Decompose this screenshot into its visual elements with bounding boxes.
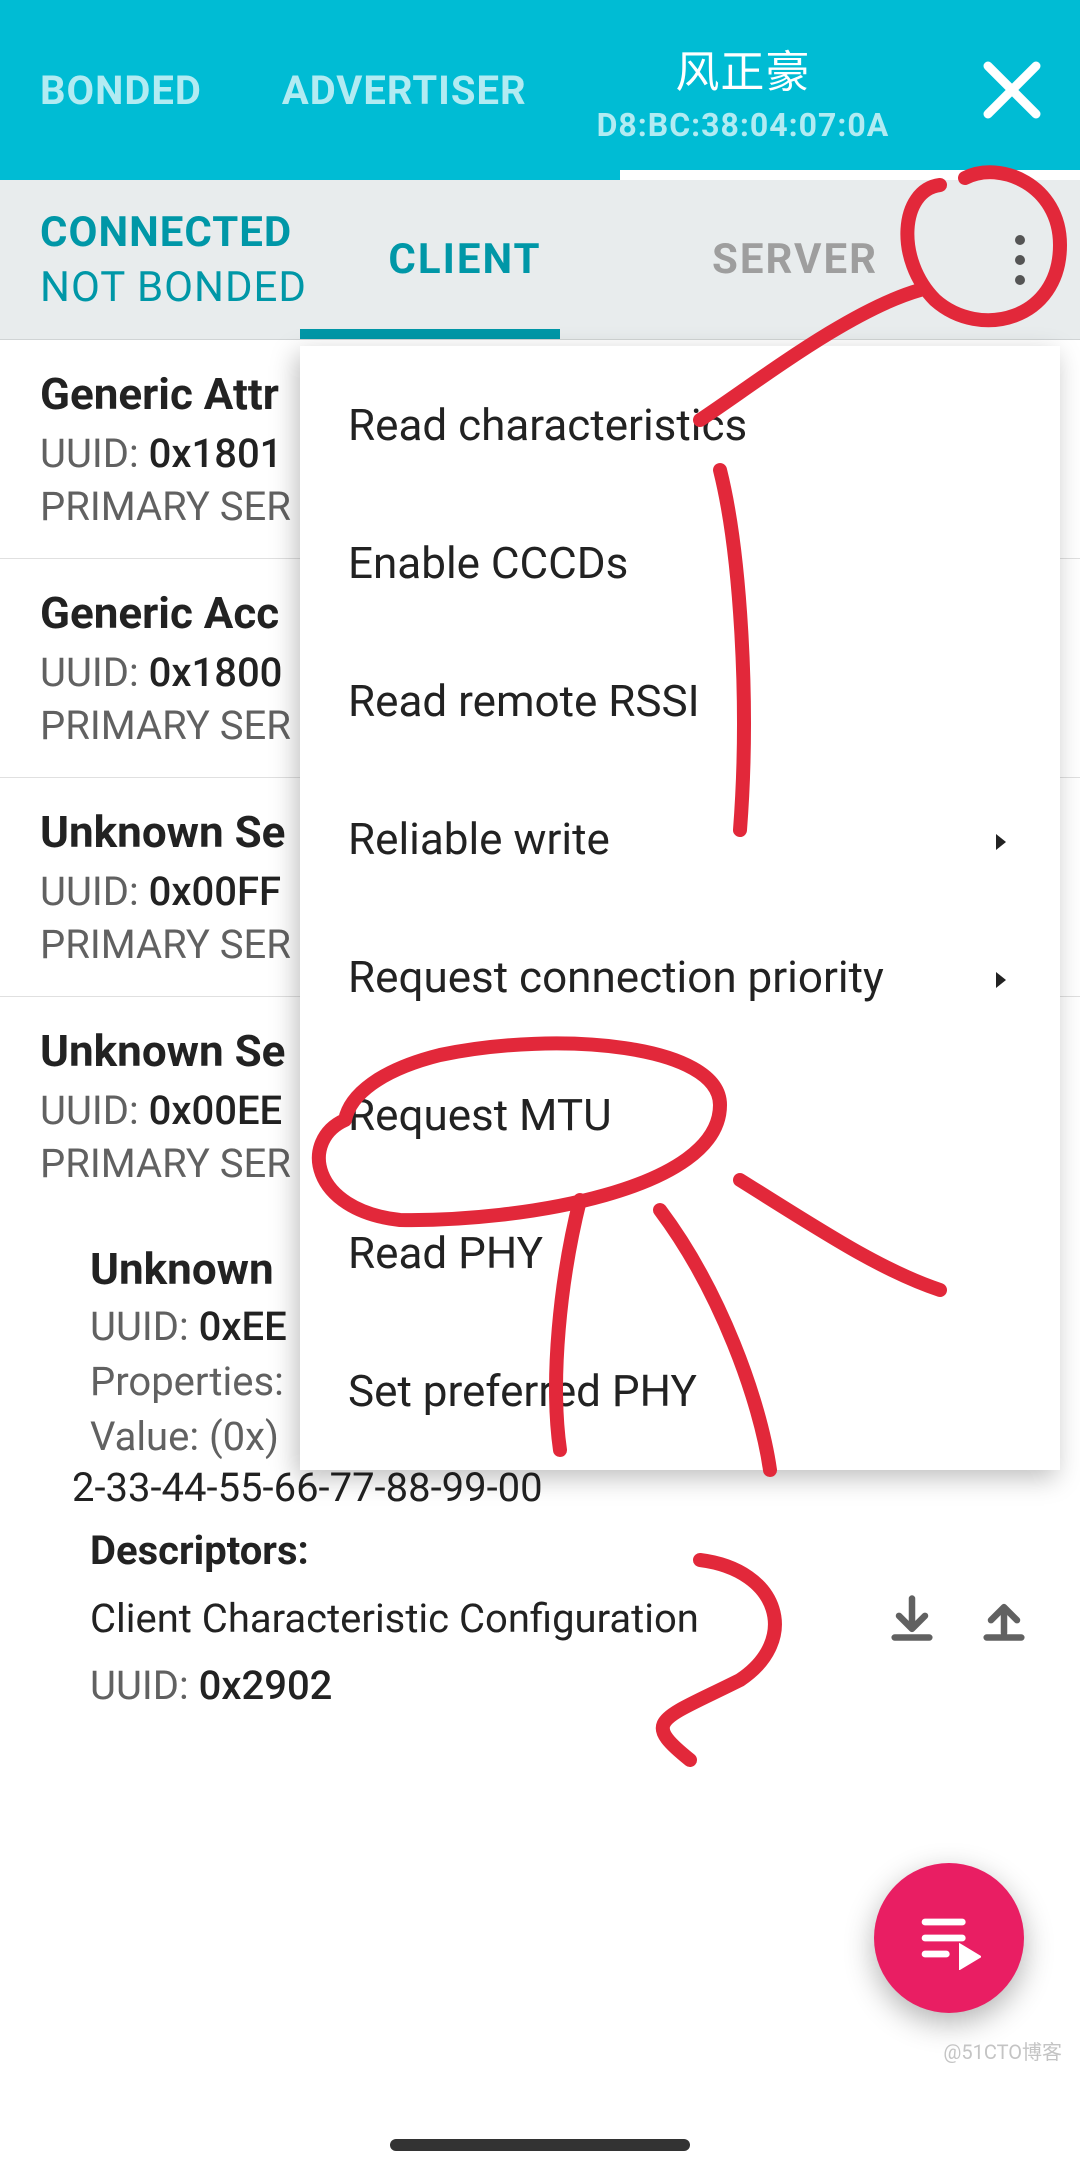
menu-item-label: Read remote RSSI — [348, 675, 700, 727]
value-hex: (0x) — [209, 1413, 279, 1460]
device-name: 风正豪 — [675, 36, 810, 100]
overflow-menu-button[interactable] — [984, 224, 1056, 296]
menu-item[interactable]: Request connection priority — [300, 908, 1060, 1046]
uuid-label: UUID: — [90, 1662, 199, 1709]
menu-item[interactable]: Set preferred PHY — [300, 1322, 1060, 1460]
value-label: Value: — [90, 1413, 209, 1460]
top-bar: BONDED ADVERTISER 风正豪 D8:BC:38:04:07:0A — [0, 0, 1080, 180]
overflow-menu: Read characteristics Enable CCCDs Read rem… — [300, 346, 1060, 1470]
upload-icon[interactable] — [968, 1582, 1040, 1654]
menu-item[interactable]: Read remote RSSI — [300, 632, 1060, 770]
chevron-right-icon — [988, 951, 1012, 1003]
uuid-label: UUID: — [40, 868, 149, 915]
menu-item-label: Reliable write — [348, 813, 610, 865]
tab-advertiser[interactable]: ADVERTISER — [242, 0, 567, 180]
menu-item[interactable]: Read PHY — [300, 1184, 1060, 1322]
service-uuid: 0x00EE — [149, 1087, 283, 1134]
playlist-icon — [917, 1906, 981, 1970]
menu-item-label: Request MTU — [348, 1089, 612, 1141]
sub-tabs: CLIENT SERVER — [300, 180, 960, 339]
menu-item[interactable]: Enable CCCDs — [300, 494, 1060, 632]
fab-button[interactable] — [874, 1863, 1024, 2013]
value-bytes: 2-33-44-55-66-77-88-99-00 — [72, 1464, 1040, 1511]
device-mac: D8:BC:38:04:07:0A — [597, 106, 890, 144]
service-uuid: 0x1801 — [149, 430, 283, 477]
characteristic-uuid: 0xEE — [199, 1303, 287, 1350]
uuid-label: UUID: — [40, 1087, 149, 1134]
sub-bar: CONNECTED NOT BONDED CLIENT SERVER — [0, 180, 1080, 340]
more-vert-icon — [1015, 230, 1025, 290]
service-uuid: 0x1800 — [149, 649, 283, 696]
menu-item[interactable]: Read characteristics — [300, 356, 1060, 494]
subtab-client[interactable]: CLIENT — [300, 235, 630, 284]
connection-status: CONNECTED NOT BONDED — [0, 208, 307, 312]
menu-item-label: Request connection priority — [348, 951, 884, 1003]
tab-bonded[interactable]: BONDED — [0, 0, 242, 180]
descriptor-name: Client Characteristic Configuration — [90, 1595, 856, 1642]
menu-item-label: Set preferred PHY — [348, 1365, 697, 1417]
uuid-label: UUID: — [40, 649, 149, 696]
top-tab-underline — [620, 170, 1080, 180]
descriptors-heading: Descriptors: — [90, 1527, 1040, 1574]
close-tab-icon[interactable] — [976, 54, 1048, 126]
service-uuid: 0x00FF — [149, 868, 281, 915]
download-icon[interactable] — [876, 1582, 948, 1654]
uuid-label: UUID: — [90, 1303, 199, 1350]
subtab-server[interactable]: SERVER — [630, 235, 960, 284]
tab-device[interactable]: 风正豪 D8:BC:38:04:07:0A — [567, 0, 920, 180]
descriptor-uuid: 0x2902 — [199, 1662, 333, 1709]
menu-item[interactable]: Request MTU — [300, 1046, 1060, 1184]
status-bond: NOT BONDED — [40, 263, 307, 312]
watermark: @51CTO博客 — [943, 2036, 1062, 2065]
menu-item-label: Read characteristics — [348, 399, 747, 451]
uuid-label: UUID: — [40, 430, 149, 477]
chevron-right-icon — [988, 813, 1012, 865]
subtab-underline — [300, 329, 560, 339]
menu-item-label: Read PHY — [348, 1227, 543, 1279]
nav-handle[interactable] — [390, 2139, 690, 2151]
menu-item[interactable]: Reliable write — [300, 770, 1060, 908]
menu-item-label: Enable CCCDs — [348, 537, 628, 589]
status-connected: CONNECTED — [40, 208, 307, 257]
